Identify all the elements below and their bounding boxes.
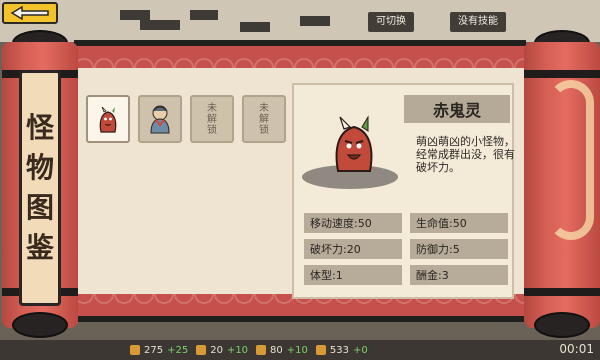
title-char-2: 物 [25, 151, 54, 184]
resource-plus: +25 [167, 344, 189, 356]
locked-label: 未解锁 [259, 102, 269, 136]
cloud-decoration-icon [548, 80, 594, 240]
title-char-3: 图 [25, 191, 54, 224]
back-arrow-icon [10, 6, 49, 20]
resource-plus: +10 [286, 344, 308, 356]
monster-card-list: 未解锁 未解锁 [86, 95, 286, 143]
back-button[interactable] [2, 2, 58, 24]
stat-defense: 防御力:5 [410, 239, 508, 259]
tab-button-1[interactable]: 可切换 [368, 12, 414, 32]
wave-border-top [74, 46, 526, 68]
stat-size: 体型:1 [304, 265, 402, 285]
monster-description: 萌凶萌凶的小怪物，经常成群出没，很有破坏力。 [416, 135, 515, 174]
title-char-4: 鉴 [25, 231, 54, 264]
right-roller [524, 30, 600, 340]
resource-icon [315, 345, 326, 355]
red-ghost-portrait-icon [335, 115, 373, 172]
monster-detail-panel: 赤鬼灵 萌凶萌凶的小怪物，经常成群出没，很有破坏力。 移动速度:50 生命值:5… [292, 83, 515, 299]
monster-stats: 移动速度:50 生命值:50 破坏力:20 防御力:5 体型:1 酬金:3 [304, 213, 508, 285]
resource-item-1: 275 +25 [130, 345, 188, 356]
title-banner: 怪 物 图 鉴 [19, 70, 61, 306]
background-top-scene: 可切换 没有技能 [0, 0, 600, 42]
stat-destruction: 破坏力:20 [304, 239, 402, 259]
monster-card-2[interactable] [138, 95, 182, 143]
monster-card-red-ghost[interactable] [86, 95, 130, 143]
left-roller: 怪 物 图 鉴 [2, 30, 78, 340]
resource-plus: +0 [352, 344, 368, 356]
resource-item-2: 20 +10 [196, 345, 248, 356]
resource-value: 275 [144, 344, 164, 356]
resource-item-3: 80 +10 [256, 345, 308, 356]
resource-value: 533 [329, 344, 349, 356]
red-ghost-icon [99, 106, 117, 133]
resource-value: 20 [210, 344, 223, 356]
monster-card-locked-4[interactable]: 未解锁 [242, 95, 286, 143]
resource-value: 80 [270, 344, 283, 356]
title-char-1: 怪 [25, 111, 54, 144]
stat-reward: 酬金:3 [410, 265, 508, 285]
tab-button-2[interactable]: 没有技能 [450, 12, 506, 32]
resource-icon [196, 345, 207, 355]
resource-item-4: 533 +0 [315, 344, 368, 356]
resource-plus: +10 [226, 344, 249, 356]
stat-hp: 生命值:50 [410, 213, 508, 233]
old-monk-icon [150, 105, 170, 134]
game-timer: 00:01 [559, 342, 594, 356]
monster-card-locked-3[interactable]: 未解锁 [190, 95, 234, 143]
locked-label: 未解锁 [207, 102, 217, 136]
monster-name: 赤鬼灵 [404, 95, 510, 123]
resource-icon [256, 345, 267, 355]
resource-icon [130, 345, 140, 355]
resource-bar: 275 +25 20 +10 80 +10 533 +0 [0, 340, 600, 360]
stat-move-speed: 移动速度:50 [304, 213, 402, 233]
